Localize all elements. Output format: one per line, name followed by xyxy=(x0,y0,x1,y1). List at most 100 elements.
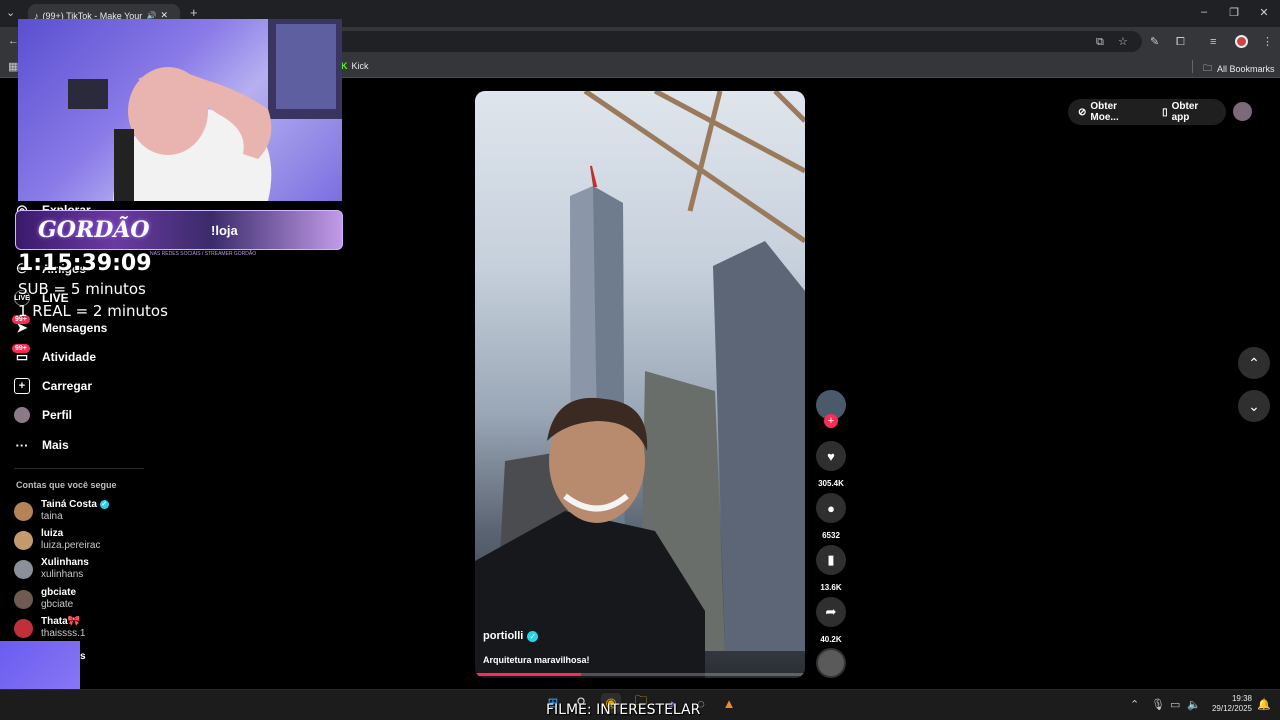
bookmark-kick-label: Kick xyxy=(351,61,369,71)
upload-icon: + xyxy=(14,378,30,394)
video-author[interactable]: portiolli ✓ xyxy=(483,630,539,642)
apps-grid-icon[interactable]: ▦ xyxy=(8,60,18,74)
account-username: xulinhans xyxy=(41,569,84,580)
minimize-icon[interactable]: – xyxy=(1196,6,1212,20)
verified-icon: ✓ xyxy=(99,499,109,509)
comment-count: 6532 xyxy=(822,531,840,540)
extensions-puzzle-icon[interactable]: ⧠ xyxy=(1176,35,1185,49)
message-icon: ➤ 99+ xyxy=(12,315,30,336)
account-name: gbciate xyxy=(41,587,77,598)
next-video-button[interactable]: ⌄ xyxy=(1238,390,1270,422)
sidebar-item-label: Mensagens xyxy=(42,321,108,335)
video-caption: Arquitetura maravilhosa! xyxy=(483,655,590,665)
account-name: luiza xyxy=(41,528,64,539)
banner-shop-text: !loja xyxy=(211,223,238,238)
phone-icon: ▯ xyxy=(1162,106,1168,118)
account-name: Thata🎀 xyxy=(41,616,81,627)
overlay-real-rule: 1 REAL = 2 minutos xyxy=(18,302,168,320)
banner-subtext: NAS REDES SOCIAIS / STREAMER GORDÃO xyxy=(150,251,257,257)
account-username: gbciate xyxy=(41,599,74,610)
bookmarks-divider xyxy=(1192,60,1193,73)
following-account[interactable]: Tainá Costa ✓ taina xyxy=(14,499,109,523)
overlay-sub-rule: SUB = 5 minutos xyxy=(18,280,146,298)
get-app-button[interactable]: Obter app xyxy=(1172,101,1216,123)
inbox-icon: ▭ 99+ xyxy=(12,344,30,365)
sidebar-item-label: Carregar xyxy=(42,379,93,393)
webcam-overlay xyxy=(18,19,342,201)
all-bookmarks-label: All Bookmarks xyxy=(1217,64,1275,74)
menu-kebab-icon[interactable]: ⋮ xyxy=(1262,35,1273,49)
notification-badge: 99+ xyxy=(12,344,30,353)
following-account[interactable]: Thata🎀 thaissss.1 xyxy=(14,616,85,640)
install-app-icon[interactable]: ⧉ xyxy=(1096,35,1104,49)
webcam-image xyxy=(68,19,342,201)
author-name: portiolli xyxy=(483,630,524,642)
video-frame xyxy=(475,91,805,678)
sidebar-item-mais[interactable]: ··· Mais xyxy=(14,437,69,453)
restore-icon[interactable]: ❐ xyxy=(1226,6,1242,20)
close-window-icon[interactable]: ✕ xyxy=(1256,6,1272,20)
clock-date: 29/12/2025 xyxy=(1211,704,1252,713)
share-count: 40.2K xyxy=(820,635,842,644)
avatar xyxy=(14,530,33,550)
comment-icon[interactable]: ● xyxy=(816,493,846,523)
account-name: Tainá Costa xyxy=(41,499,97,510)
account-username: taina xyxy=(41,511,63,522)
save-action[interactable]: ▮ 13.6K xyxy=(816,545,846,592)
stream-banner: GORDÃO !loja xyxy=(15,210,343,250)
music-disc-icon[interactable] xyxy=(816,648,846,678)
sidebar-item-perfil[interactable]: Perfil xyxy=(14,407,72,423)
comment-action[interactable]: ● 6532 xyxy=(816,493,846,540)
chevron-up-icon: ⌃ xyxy=(1248,354,1260,371)
microphone-icon[interactable]: 🎙 xyxy=(1151,698,1165,712)
save-count: 13.6K xyxy=(820,583,842,592)
previous-video-button[interactable]: ⌃ xyxy=(1238,347,1270,379)
video-progress-fill xyxy=(475,673,581,676)
all-bookmarks[interactable]: 🗀 All Bookmarks xyxy=(1203,61,1275,77)
following-account[interactable]: gbciate gbciate xyxy=(14,587,76,611)
extension-icon[interactable]: ✎ xyxy=(1150,35,1159,49)
volume-icon[interactable]: 🔈 xyxy=(1187,698,1201,712)
like-action[interactable]: ♥ 305.4K xyxy=(816,441,846,488)
sidebar-item-label: Perfil xyxy=(42,408,73,422)
heart-icon[interactable]: ♥ xyxy=(816,441,846,471)
bookmark-star-icon[interactable]: ☆ xyxy=(1118,35,1128,49)
coin-icon: ⊘ xyxy=(1078,106,1087,118)
taskbar-clock[interactable]: 19:38 29/12/2025 xyxy=(1208,694,1252,714)
following-account[interactable]: Xulinhans xulinhans xyxy=(14,557,89,581)
media-control-icon[interactable]: ≡ xyxy=(1210,35,1216,49)
sidebar-item-carregar[interactable]: + Carregar xyxy=(14,378,92,394)
video-player[interactable]: portiolli ✓ Arquitetura maravilhosa! xyxy=(475,91,805,678)
video-progress-track[interactable] xyxy=(475,673,805,676)
following-title: Contas que você segue xyxy=(16,480,117,490)
now-playing-text: FILME: INTERESTELAR xyxy=(546,702,701,718)
profile-avatar[interactable] xyxy=(1235,35,1248,48)
more-icon: ··· xyxy=(15,437,29,453)
tray-chevron-icon[interactable]: ⌃ xyxy=(1130,698,1139,712)
user-avatar[interactable] xyxy=(1233,102,1252,121)
share-action[interactable]: ➦ 40.2K xyxy=(816,597,846,644)
sidebar-item-label: Atividade xyxy=(42,350,97,364)
follow-plus-icon[interactable]: + xyxy=(824,414,838,428)
verified-icon: ✓ xyxy=(527,630,539,642)
sidebar-item-atividade[interactable]: ▭ 99+ Atividade xyxy=(12,344,97,365)
chevron-down-icon: ⌄ xyxy=(1248,397,1260,414)
new-tab-button[interactable]: + xyxy=(190,6,198,20)
tab-search-icon[interactable]: ⌄ xyxy=(6,6,15,20)
share-icon[interactable]: ➦ xyxy=(816,597,846,627)
notification-bell-icon[interactable]: 🔔 xyxy=(1257,698,1271,712)
account-name: Xulinhans xyxy=(41,557,89,568)
sidebar-partial-label: s xyxy=(80,651,86,662)
network-icon[interactable]: ▭ xyxy=(1170,698,1180,712)
bookmark-kick[interactable]: K Kick xyxy=(341,61,369,71)
avatar xyxy=(14,589,33,609)
sidebar-item-mensagens[interactable]: ➤ 99+ Mensagens xyxy=(12,315,108,336)
folder-icon: 🗀 xyxy=(1203,63,1213,73)
get-coins-button[interactable]: Obter Moe... xyxy=(1090,101,1144,123)
following-account[interactable]: luiza luiza.pereirac xyxy=(14,528,100,552)
avatar xyxy=(14,501,33,521)
like-count: 305.4K xyxy=(818,479,844,488)
app-icon[interactable]: ▲ xyxy=(719,693,739,713)
bookmark-icon[interactable]: ▮ xyxy=(816,545,846,575)
clock-time: 19:38 xyxy=(1231,694,1252,703)
